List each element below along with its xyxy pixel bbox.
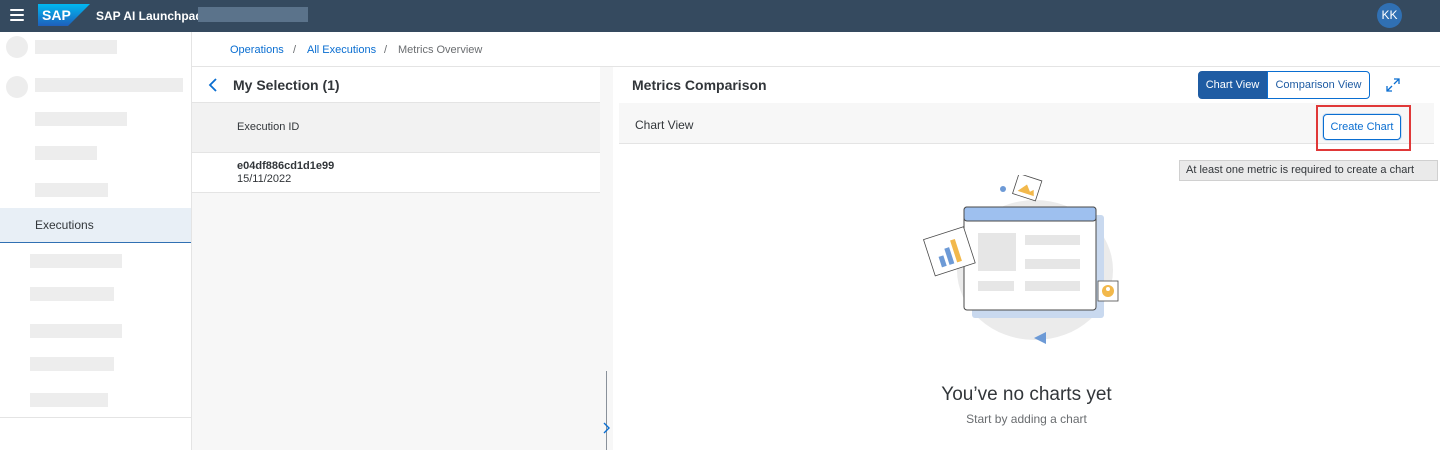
breadcrumb-separator: / — [293, 44, 297, 56]
create-chart-tooltip: At least one metric is required to creat… — [1179, 160, 1438, 181]
nav-placeholder-item[interactable] — [35, 78, 183, 92]
execution-date: 15/11/2022 — [237, 173, 292, 185]
selection-header: My Selection (1) — [192, 67, 600, 103]
user-avatar[interactable]: KK — [1377, 3, 1402, 28]
sidebar-item-executions[interactable]: Executions — [0, 208, 191, 243]
expand-chevron-icon[interactable] — [601, 421, 611, 435]
chart-view-toolbar: Chart View — [619, 103, 1434, 144]
breadcrumb-all-executions[interactable]: All Executions — [307, 44, 376, 56]
nav-placeholder-subitem[interactable] — [35, 146, 97, 160]
breadcrumb: Operations / All Executions / Metrics Ov… — [192, 32, 1440, 67]
nav-placeholder-item[interactable] — [35, 40, 117, 54]
sap-logo-text: SAP — [42, 7, 71, 23]
chart-view-label: Chart View — [635, 118, 694, 132]
tab-chart-view[interactable]: Chart View — [1198, 71, 1267, 99]
selection-title: My Selection (1) — [233, 77, 340, 93]
nav-placeholder-subitem[interactable] — [35, 112, 127, 126]
side-navigation: Executions — [0, 32, 192, 450]
column-execution-id: Execution ID — [237, 121, 300, 133]
metrics-header: Metrics Comparison Chart View Comparison… — [613, 67, 1440, 103]
nav-divider — [0, 417, 191, 418]
sap-logo: SAP — [38, 4, 90, 26]
nav-placeholder-item[interactable] — [30, 287, 114, 301]
execution-id: e04df886cd1d1e99 — [237, 160, 335, 172]
nav-placeholder-item[interactable] — [30, 324, 122, 338]
fullscreen-icon[interactable] — [1385, 77, 1401, 93]
shell-bar: SAP SAP AI Launchpad KK — [0, 0, 1440, 32]
create-chart-button[interactable]: Create Chart — [1323, 114, 1401, 140]
empty-state-title: You’ve no charts yet — [941, 384, 1112, 405]
hamburger-menu-icon[interactable] — [10, 9, 24, 23]
breadcrumb-metrics-overview: Metrics Overview — [398, 44, 483, 56]
empty-state-subtitle: Start by adding a chart — [966, 412, 1087, 426]
nav-placeholder-item[interactable] — [30, 254, 122, 268]
table-row[interactable]: e04df886cd1d1e99 15/11/2022 — [192, 153, 600, 193]
breadcrumb-separator: / — [384, 44, 388, 56]
table-column-header: Execution ID — [192, 103, 600, 153]
tab-comparison-view[interactable]: Comparison View — [1267, 71, 1370, 99]
metrics-title: Metrics Comparison — [632, 77, 767, 93]
back-chevron-icon[interactable] — [204, 75, 224, 95]
no-charts-illustration — [923, 175, 1119, 344]
nav-placeholder-subitem[interactable] — [35, 183, 108, 197]
selection-panel: My Selection (1) Execution ID e04df886cd… — [192, 67, 600, 450]
nav-placeholder-item[interactable] — [30, 393, 108, 407]
nav-placeholder-icon — [6, 76, 28, 98]
nav-placeholder-icon — [6, 36, 28, 58]
nav-placeholder-item[interactable] — [30, 357, 114, 371]
splitter-line — [606, 371, 607, 450]
breadcrumb-operations[interactable]: Operations — [230, 44, 284, 56]
app-title: SAP AI Launchpad — [96, 9, 203, 23]
redacted-title-block — [198, 7, 308, 22]
